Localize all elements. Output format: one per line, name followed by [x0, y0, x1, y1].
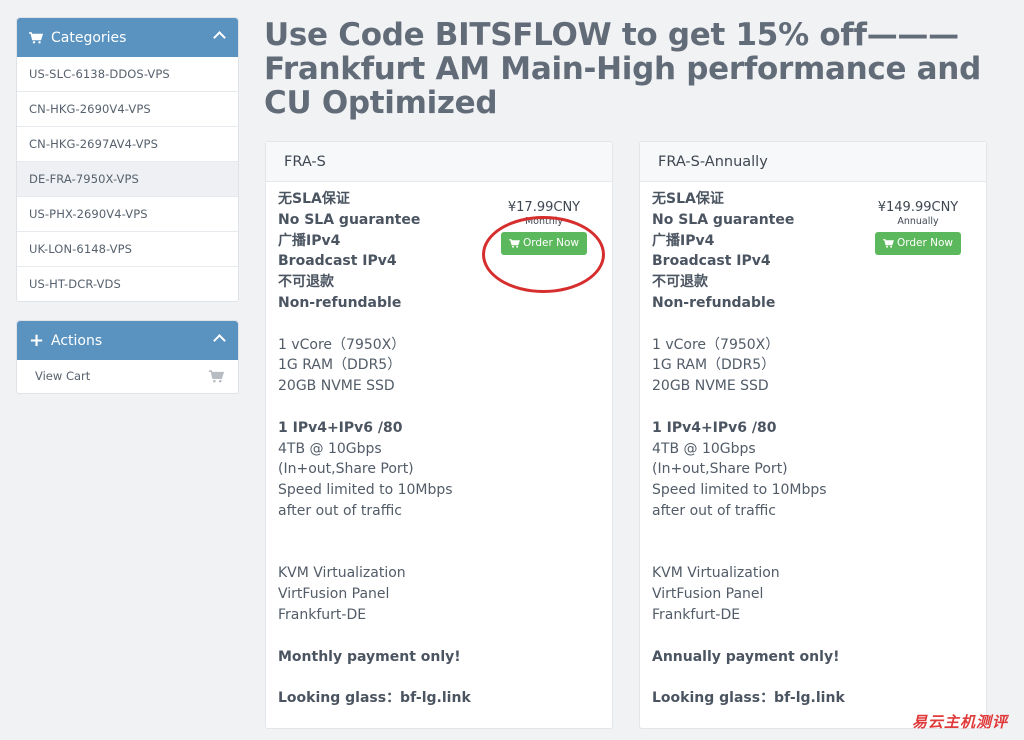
spec-cpu: 1 vCore（7950X） [652, 336, 780, 353]
spec-limit: Speed limited to 10Mbps [278, 482, 453, 499]
looking-glass: Looking glass：bf-lg.link [278, 690, 471, 707]
spec-virt: KVM Virtualization [278, 565, 406, 582]
view-cart-link[interactable]: View Cart [17, 360, 238, 393]
actions-panel: + Actions View Cart [16, 320, 239, 394]
spec-network: 1 IPv4+IPv6 /80 [652, 419, 777, 436]
refund-cn: 不可退款 [652, 274, 708, 291]
category-item-cn-hkg-2697av4[interactable]: CN-HKG-2697AV4-VPS [17, 126, 238, 161]
spec-ram: 1G RAM（DDR5） [652, 357, 776, 374]
sidebar: Categories US-SLC-6138-DDOS-VPS CN-HKG-2… [16, 17, 239, 412]
billing-period: Annually [897, 216, 939, 227]
spec-ram: 1G RAM（DDR5） [278, 357, 402, 374]
cart-icon [209, 360, 224, 393]
actions-title: Actions [51, 332, 103, 349]
spec-limit-note: after out of traffic [652, 502, 776, 519]
order-now-label: Order Now [896, 237, 954, 249]
price: ¥17.99CNY [507, 200, 581, 215]
actions-header[interactable]: + Actions [17, 321, 238, 360]
product-name: FRA-S [266, 142, 612, 182]
spec-panel: VirtFusion Panel [278, 586, 390, 603]
spec-disk: 20GB NVME SSD [278, 378, 395, 395]
watermark: 易云主机测评 [911, 713, 1008, 731]
cart-icon [883, 232, 894, 255]
highlight-ring [482, 216, 605, 293]
category-list: US-SLC-6138-DDOS-VPS CN-HKG-2690V4-VPS C… [17, 57, 238, 301]
categories-header[interactable]: Categories [17, 18, 238, 57]
spec-location: Frankfurt-DE [652, 606, 741, 623]
payment-note: Monthly payment only! [278, 648, 461, 665]
spec-traffic: 4TB @ 10Gbps [278, 440, 382, 457]
spec-limit-note: after out of traffic [278, 502, 402, 519]
payment-note: Annually payment only! [652, 648, 840, 665]
category-item-us-phx[interactable]: US-PHX-2690V4-VPS [17, 196, 238, 231]
order-now-button[interactable]: Order Now [874, 232, 962, 255]
category-item-us-slc[interactable]: US-SLC-6138-DDOS-VPS [17, 57, 238, 91]
plus-icon: + [29, 330, 45, 351]
refund-en: Non-refundable [652, 294, 776, 311]
chevron-up-icon[interactable] [213, 31, 226, 44]
spec-traffic: 4TB @ 10Gbps [652, 440, 756, 457]
spec-cpu: 1 vCore（7950X） [278, 336, 406, 353]
spec-port: (In+out,Share Port) [278, 461, 414, 478]
product-description: 无SLA保证 No SLA guarantee 广播IPv4 Broadcast… [640, 182, 986, 709]
category-item-us-ht[interactable]: US-HT-DCR-VDS [17, 266, 238, 301]
spec-network: 1 IPv4+IPv6 /80 [278, 419, 403, 436]
chevron-up-icon[interactable] [213, 334, 226, 347]
view-cart-label: View Cart [35, 369, 91, 383]
cart-icon [29, 30, 43, 45]
price: ¥149.99CNY [877, 200, 959, 215]
spec-disk: 20GB NVME SSD [652, 378, 769, 395]
price-box: ¥149.99CNY Annually Order Now [858, 200, 978, 255]
looking-glass: Looking glass：bf-lg.link [652, 690, 845, 707]
page-title: Use Code BITSFLOW to get 15% off——— Fran… [264, 17, 981, 121]
category-item-cn-hkg-2690v4[interactable]: CN-HKG-2690V4-VPS [17, 91, 238, 126]
category-item-de-fra[interactable]: DE-FRA-7950X-VPS [17, 161, 238, 196]
category-item-uk-lon[interactable]: UK-LON-6148-VPS [17, 231, 238, 266]
spec-port: (In+out,Share Port) [652, 461, 788, 478]
categories-panel: Categories US-SLC-6138-DDOS-VPS CN-HKG-2… [16, 17, 239, 302]
spec-panel: VirtFusion Panel [652, 586, 764, 603]
product-card-fra-s-annually: FRA-S-Annually 无SLA保证 No SLA guarantee 广… [639, 141, 987, 729]
spec-limit: Speed limited to 10Mbps [652, 482, 827, 499]
spec-location: Frankfurt-DE [278, 606, 367, 623]
spec-virt: KVM Virtualization [652, 565, 780, 582]
refund-en: Non-refundable [278, 294, 402, 311]
product-name: FRA-S-Annually [640, 142, 986, 182]
categories-title: Categories [51, 29, 127, 46]
